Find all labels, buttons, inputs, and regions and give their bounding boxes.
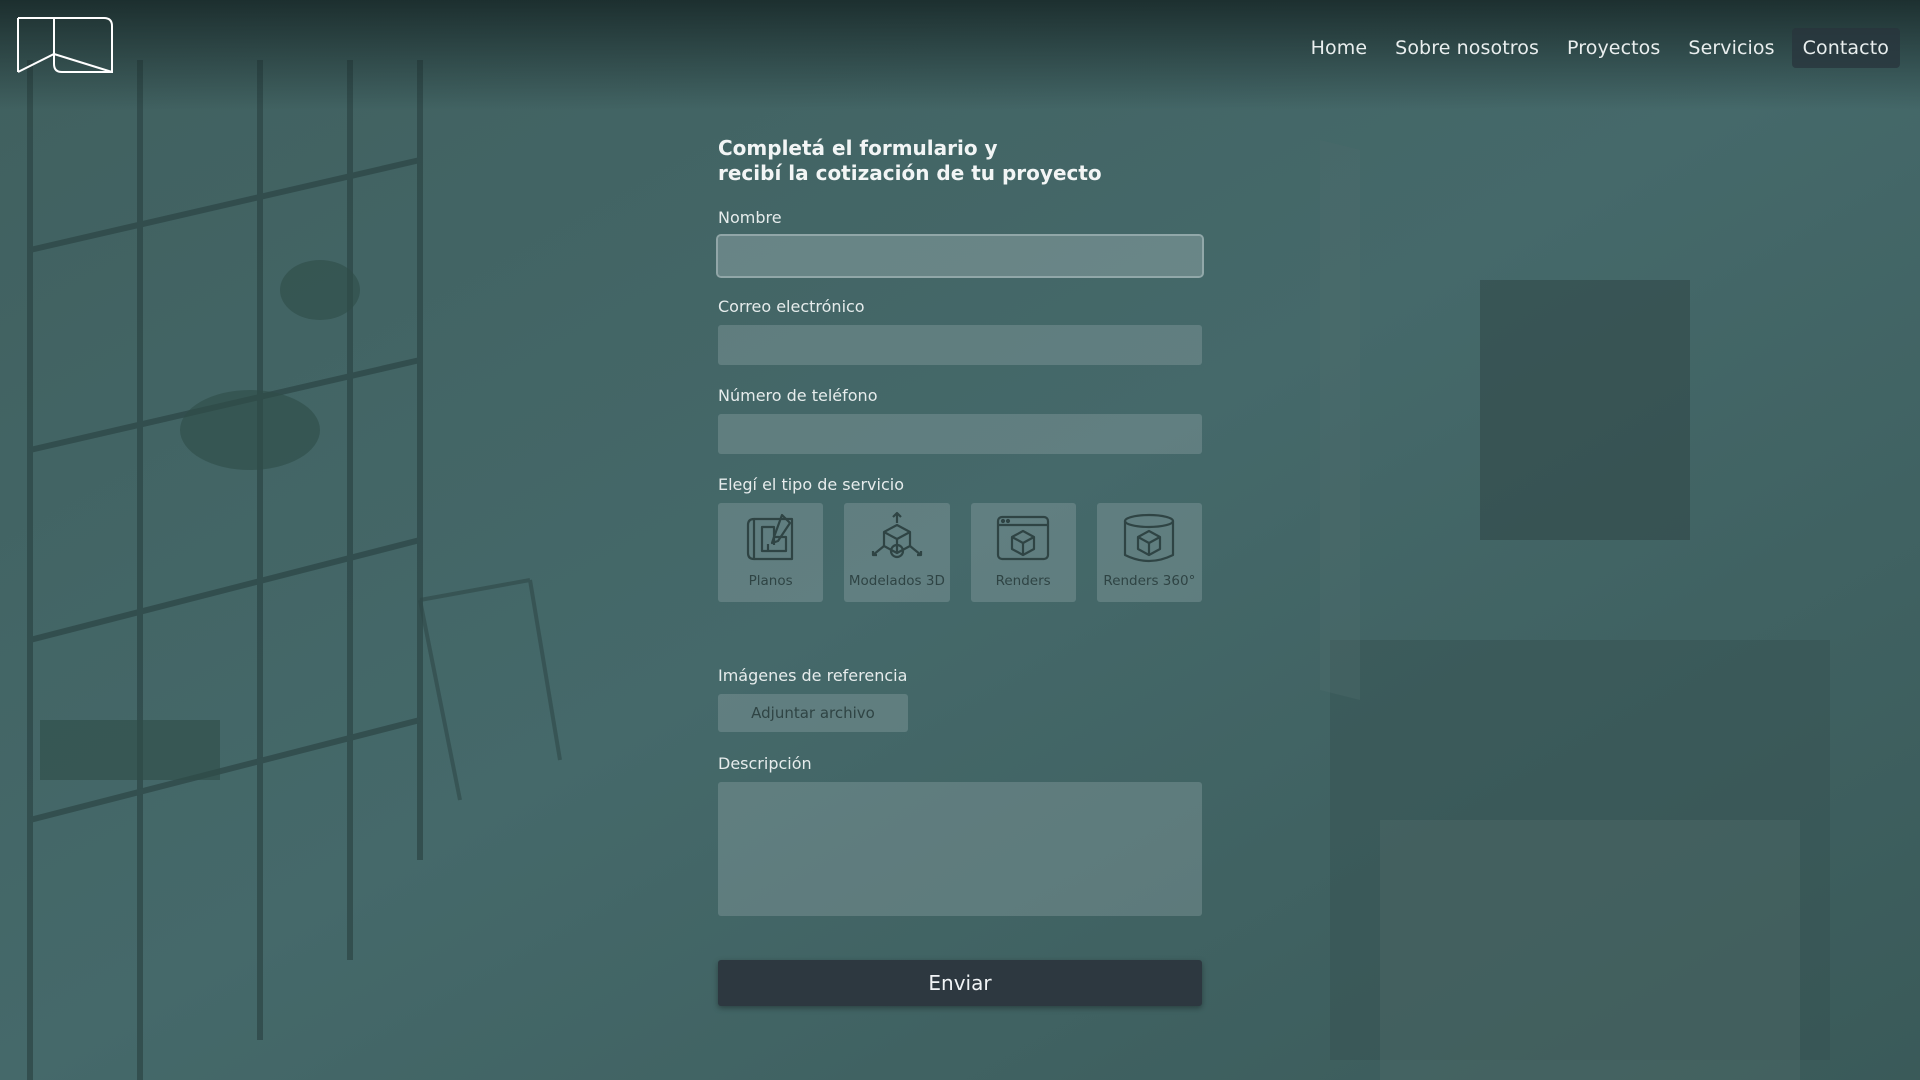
3d-model-icon [871, 511, 922, 559]
service-label-renders: Renders [995, 573, 1051, 589]
service-type-label: Elegí el tipo de servicio [718, 475, 904, 494]
service-label-modelados-3d: Modelados 3D [848, 573, 945, 589]
service-options: Planos Modelados 3D Renders Renders 360° [718, 503, 1202, 602]
render-icon [997, 515, 1050, 561]
nav-servicios[interactable]: Servicios [1677, 28, 1785, 68]
form-heading: Completá el formulario y recibí la cotiz… [718, 136, 1202, 186]
logo[interactable] [16, 16, 114, 74]
service-option-planos[interactable]: Planos [718, 503, 824, 602]
email-label: Correo electrónico [718, 297, 865, 316]
nav-home[interactable]: Home [1300, 28, 1379, 68]
main-nav: Home Sobre nosotros Proyectos Servicios … [1300, 28, 1900, 68]
render-360-icon [1124, 513, 1175, 563]
attach-file-button[interactable]: Adjuntar archivo [718, 694, 908, 732]
reference-images-label: Imágenes de referencia [718, 666, 908, 685]
nav-sobre-nosotros[interactable]: Sobre nosotros [1384, 28, 1550, 68]
description-textarea[interactable] [718, 782, 1202, 916]
service-option-modelados-3d[interactable]: Modelados 3D [844, 503, 950, 602]
service-option-renders[interactable]: Renders [970, 503, 1076, 602]
description-label: Descripción [718, 754, 812, 773]
phone-input[interactable] [718, 414, 1202, 454]
phone-label: Número de teléfono [718, 386, 878, 405]
form-heading-line1: Completá el formulario y [718, 136, 998, 160]
service-label-planos: Planos [748, 573, 793, 589]
name-input[interactable] [718, 236, 1202, 276]
name-label: Nombre [718, 208, 782, 227]
service-label-renders-360: Renders 360° [1103, 573, 1196, 589]
nav-contacto[interactable]: Contacto [1791, 28, 1900, 68]
quote-form: Completá el formulario y recibí la cotiz… [718, 136, 1202, 1006]
email-input[interactable] [718, 325, 1202, 365]
service-option-renders-360[interactable]: Renders 360° [1096, 503, 1202, 602]
submit-button[interactable]: Enviar [718, 960, 1202, 1006]
blueprint-icon [746, 513, 793, 561]
form-heading-line2: recibí la cotización de tu proyecto [718, 161, 1102, 185]
nav-proyectos[interactable]: Proyectos [1556, 28, 1671, 68]
